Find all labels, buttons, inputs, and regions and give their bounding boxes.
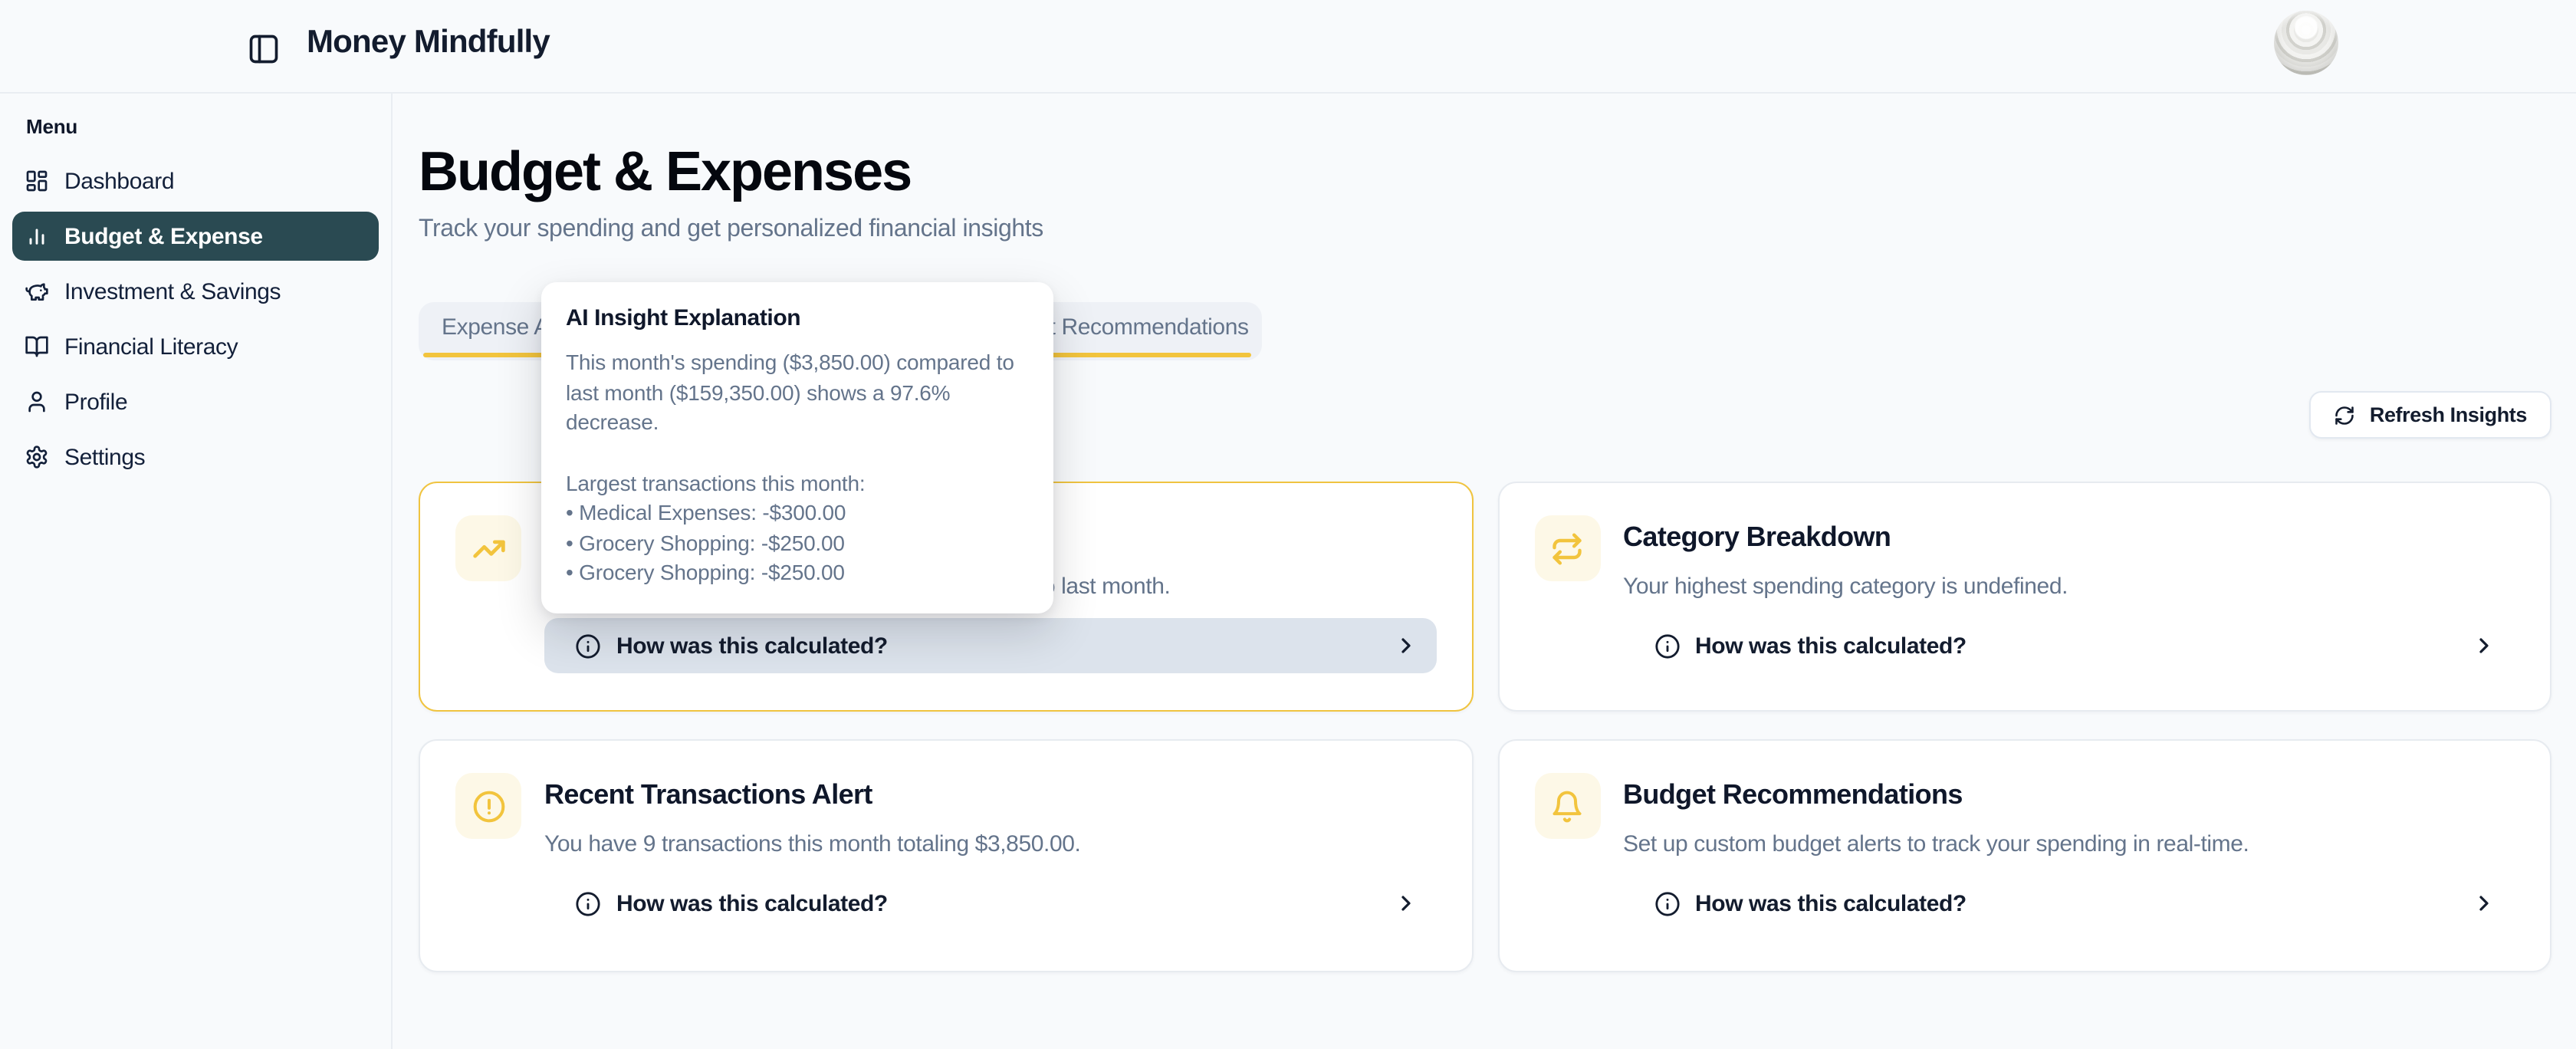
how-calculated-link[interactable]: How was this calculated?: [544, 876, 1436, 931]
insight-card-recent-transactions: Recent Transactions Alert You have 9 tra…: [419, 739, 1473, 972]
sidebar: Menu Dashboard Budget & Expense: [0, 94, 393, 1049]
info-icon: [1654, 890, 1680, 916]
sidebar-item-label: Profile: [64, 389, 127, 415]
how-calculated-label: How was this calculated?: [1695, 890, 1967, 916]
card-title: Recent Transactions Alert: [544, 779, 872, 811]
main-content: Budget & Expenses Track your spending an…: [393, 94, 2576, 1049]
user-icon: [25, 390, 49, 414]
sidebar-item-budget-expense[interactable]: Budget & Expense: [12, 212, 379, 261]
refresh-insights-label: Refresh Insights: [2370, 403, 2527, 426]
tooltip-title: AI Insight Explanation: [566, 305, 1029, 331]
how-calculated-label: How was this calculated?: [616, 890, 888, 916]
info-icon: [575, 633, 601, 659]
sidebar-item-label: Dashboard: [64, 168, 174, 194]
card-description: Your highest spending category is undefi…: [1623, 574, 2068, 600]
tooltip-transactions: Largest transactions this month: • Medic…: [566, 469, 1029, 588]
insight-card-budget-recommendations: Budget Recommendations Set up custom bud…: [1497, 739, 2551, 972]
refresh-icon: [2334, 404, 2356, 426]
tooltip-line: • Grocery Shopping: -$250.00: [566, 528, 1029, 558]
sidebar-item-label: Settings: [64, 444, 145, 470]
chevron-right-icon: [2472, 633, 2496, 658]
page-subtitle: Track your spending and get personalized…: [419, 216, 1043, 244]
sidebar-item-label: Financial Literacy: [64, 334, 238, 360]
refresh-insights-button[interactable]: Refresh Insights: [2310, 391, 2551, 439]
app: Money Mindfully Menu Dashboard: [0, 0, 2576, 1049]
gear-icon: [25, 445, 49, 469]
sidebar-item-financial-literacy[interactable]: Financial Literacy: [12, 322, 379, 371]
sidebar-nav: Dashboard Budget & Expense Investme: [12, 156, 379, 482]
sidebar-toggle-button[interactable]: [247, 32, 281, 66]
tooltip-line: Largest transactions this month:: [566, 469, 1029, 498]
book-open-icon: [25, 334, 49, 359]
avatar[interactable]: [2274, 11, 2338, 75]
sidebar-item-settings[interactable]: Settings: [12, 432, 379, 482]
bell-icon: [1534, 773, 1600, 839]
alert-circle-icon: [455, 773, 521, 839]
info-icon: [1654, 633, 1680, 659]
top-header: Money Mindfully: [0, 0, 2576, 94]
how-calculated-link[interactable]: How was this calculated?: [1623, 618, 2515, 673]
insight-card-category-breakdown: Category Breakdown Your highest spending…: [1497, 482, 2551, 712]
layout-dashboard-icon: [25, 169, 49, 193]
how-calculated-link[interactable]: How was this calculated?: [544, 618, 1436, 673]
card-title: Budget Recommendations: [1623, 779, 1963, 811]
tooltip-line: • Medical Expenses: -$300.00: [566, 498, 1029, 528]
tooltip-paragraph: This month's spending ($3,850.00) compar…: [566, 348, 1029, 438]
how-calculated-label: How was this calculated?: [1695, 633, 1967, 659]
sidebar-item-profile[interactable]: Profile: [12, 377, 379, 426]
card-description: Set up custom budget alerts to track you…: [1623, 831, 2249, 857]
chevron-right-icon: [2472, 891, 2496, 916]
ai-insight-tooltip: AI Insight Explanation This month's spen…: [541, 282, 1053, 613]
sidebar-item-investment-savings[interactable]: Investment & Savings: [12, 267, 379, 316]
trending-up-icon: [455, 515, 521, 581]
how-calculated-label: How was this calculated?: [616, 633, 888, 659]
card-description: You have 9 transactions this month total…: [544, 831, 1080, 857]
tab-product-recommendations[interactable]: ct Recommendations: [1038, 302, 1249, 354]
how-calculated-link[interactable]: How was this calculated?: [1623, 876, 2515, 931]
tooltip-line: • Grocery Shopping: -$250.00: [566, 558, 1029, 588]
sidebar-item-label: Budget & Expense: [64, 223, 263, 249]
chevron-right-icon: [1393, 891, 1418, 916]
piggy-bank-icon: [25, 279, 49, 304]
sidebar-section-label: Menu: [26, 115, 379, 138]
panel-left-icon: [247, 32, 281, 66]
chevron-right-icon: [1393, 633, 1418, 658]
page-title: Budget & Expenses: [419, 140, 911, 204]
app-title: Money Mindfully: [307, 25, 550, 61]
repeat-icon: [1534, 515, 1600, 581]
bar-chart-icon: [25, 224, 49, 248]
card-title: Category Breakdown: [1623, 521, 1891, 554]
sidebar-item-dashboard[interactable]: Dashboard: [12, 156, 379, 206]
tab-expense-analysis[interactable]: Expense A: [442, 302, 549, 354]
card-description-fragment: to last month.: [1037, 574, 1171, 600]
sidebar-item-label: Investment & Savings: [64, 278, 281, 304]
info-icon: [575, 890, 601, 916]
